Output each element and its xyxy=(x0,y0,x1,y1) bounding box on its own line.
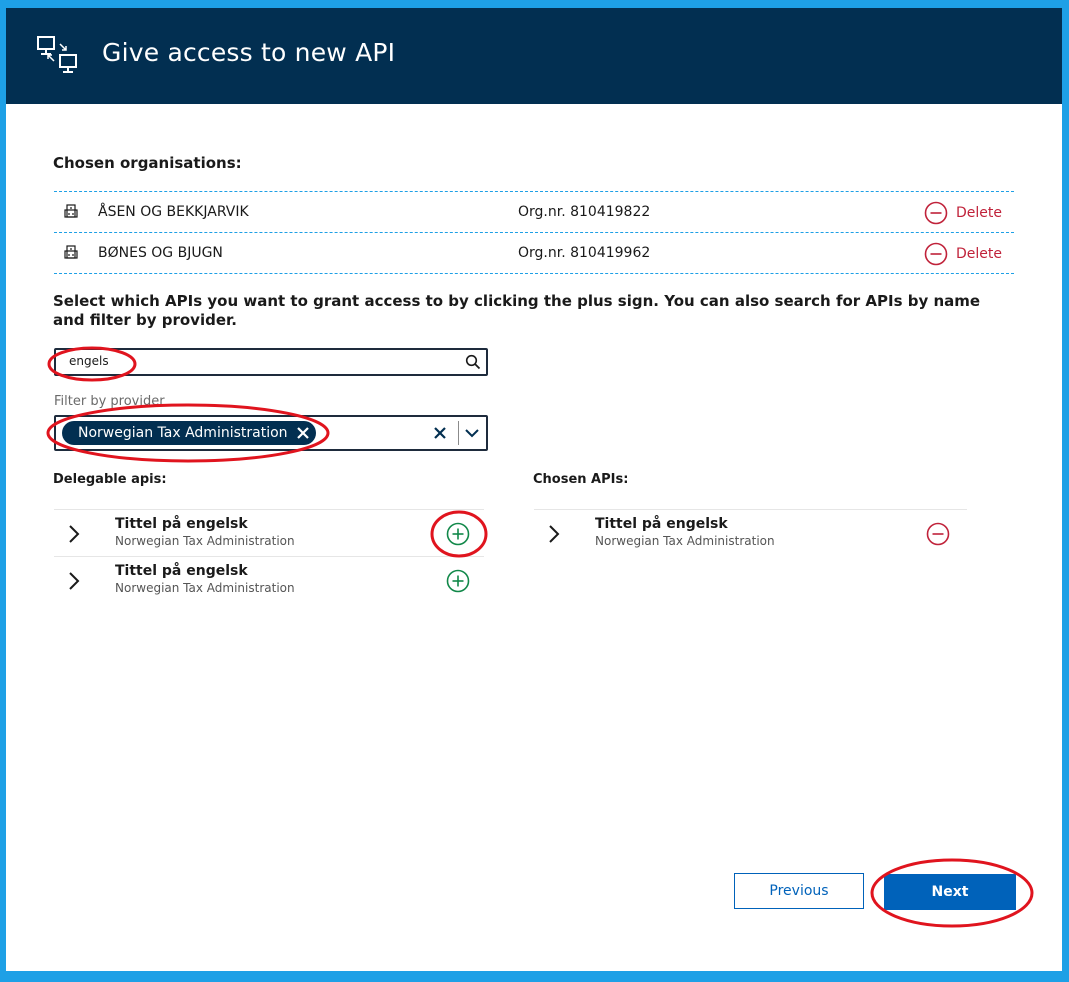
chevron-right-icon[interactable] xyxy=(68,524,80,544)
delegable-api-row[interactable]: Tittel på engelsk Norwegian Tax Administ… xyxy=(54,509,484,556)
minus-circle-icon xyxy=(924,201,948,225)
organisation-number: Org.nr. 810419962 xyxy=(518,245,651,261)
organisation-number: Org.nr. 810419822 xyxy=(518,204,651,220)
delegable-apis-title: Delegable apis: xyxy=(53,472,167,487)
search-input[interactable]: engels xyxy=(54,348,488,376)
api-access-icon xyxy=(37,36,77,73)
filter-label: Filter by provider xyxy=(54,394,165,409)
provider-chip-label: Norwegian Tax Administration xyxy=(78,425,288,441)
instruction-text: Select which APIs you want to grant acce… xyxy=(53,292,981,329)
api-title: Tittel på engelsk xyxy=(115,516,248,532)
organisation-list: ÅSEN OG BEKKJARVIK Org.nr. 810419822 Del… xyxy=(54,191,1014,274)
delete-organisation-button[interactable]: Delete xyxy=(924,242,1002,266)
search-icon[interactable] xyxy=(465,354,481,370)
api-provider: Norwegian Tax Administration xyxy=(595,534,775,548)
delete-label: Delete xyxy=(956,205,1002,221)
minus-circle-icon xyxy=(924,242,948,266)
api-title: Tittel på engelsk xyxy=(115,563,248,579)
search-value: engels xyxy=(69,354,109,368)
provider-chip: Norwegian Tax Administration xyxy=(62,421,316,445)
remove-api-minus-icon[interactable] xyxy=(926,522,950,546)
building-icon xyxy=(64,245,78,259)
add-api-plus-icon[interactable] xyxy=(446,522,470,546)
previous-button[interactable]: Previous xyxy=(734,873,864,909)
organisation-row: ÅSEN OG BEKKJARVIK Org.nr. 810419822 Del… xyxy=(54,191,1014,232)
chosen-organisations-title: Chosen organisations: xyxy=(53,154,242,172)
organisation-row: BØNES OG BJUGN Org.nr. 810419962 Delete xyxy=(54,232,1014,274)
api-title: Tittel på engelsk xyxy=(595,516,728,532)
page-title: Give access to new API xyxy=(102,38,396,67)
chosen-api-row[interactable]: Tittel på engelsk Norwegian Tax Administ… xyxy=(534,509,967,556)
next-button[interactable]: Next xyxy=(884,874,1016,910)
delete-label: Delete xyxy=(956,246,1002,262)
delegable-api-row[interactable]: Tittel på engelsk Norwegian Tax Administ… xyxy=(54,556,484,603)
api-provider: Norwegian Tax Administration xyxy=(115,534,295,548)
page-header: Give access to new API xyxy=(6,8,1062,104)
api-provider: Norwegian Tax Administration xyxy=(115,581,295,595)
organisation-name: BØNES OG BJUGN xyxy=(98,245,223,261)
add-api-plus-icon[interactable] xyxy=(446,569,470,593)
chevron-down-icon[interactable] xyxy=(464,425,480,441)
clear-filter-icon[interactable] xyxy=(432,425,448,441)
remove-chip-icon[interactable] xyxy=(296,426,310,440)
delete-organisation-button[interactable]: Delete xyxy=(924,201,1002,225)
organisation-name: ÅSEN OG BEKKJARVIK xyxy=(98,204,249,220)
app-window: Give access to new API Chosen organisati… xyxy=(6,8,1062,971)
filter-separator xyxy=(458,421,459,445)
provider-filter-select[interactable]: Norwegian Tax Administration xyxy=(54,415,488,451)
chosen-apis-title: Chosen APIs: xyxy=(533,472,629,487)
building-icon xyxy=(64,204,78,218)
chevron-right-icon[interactable] xyxy=(548,524,560,544)
chevron-right-icon[interactable] xyxy=(68,571,80,591)
